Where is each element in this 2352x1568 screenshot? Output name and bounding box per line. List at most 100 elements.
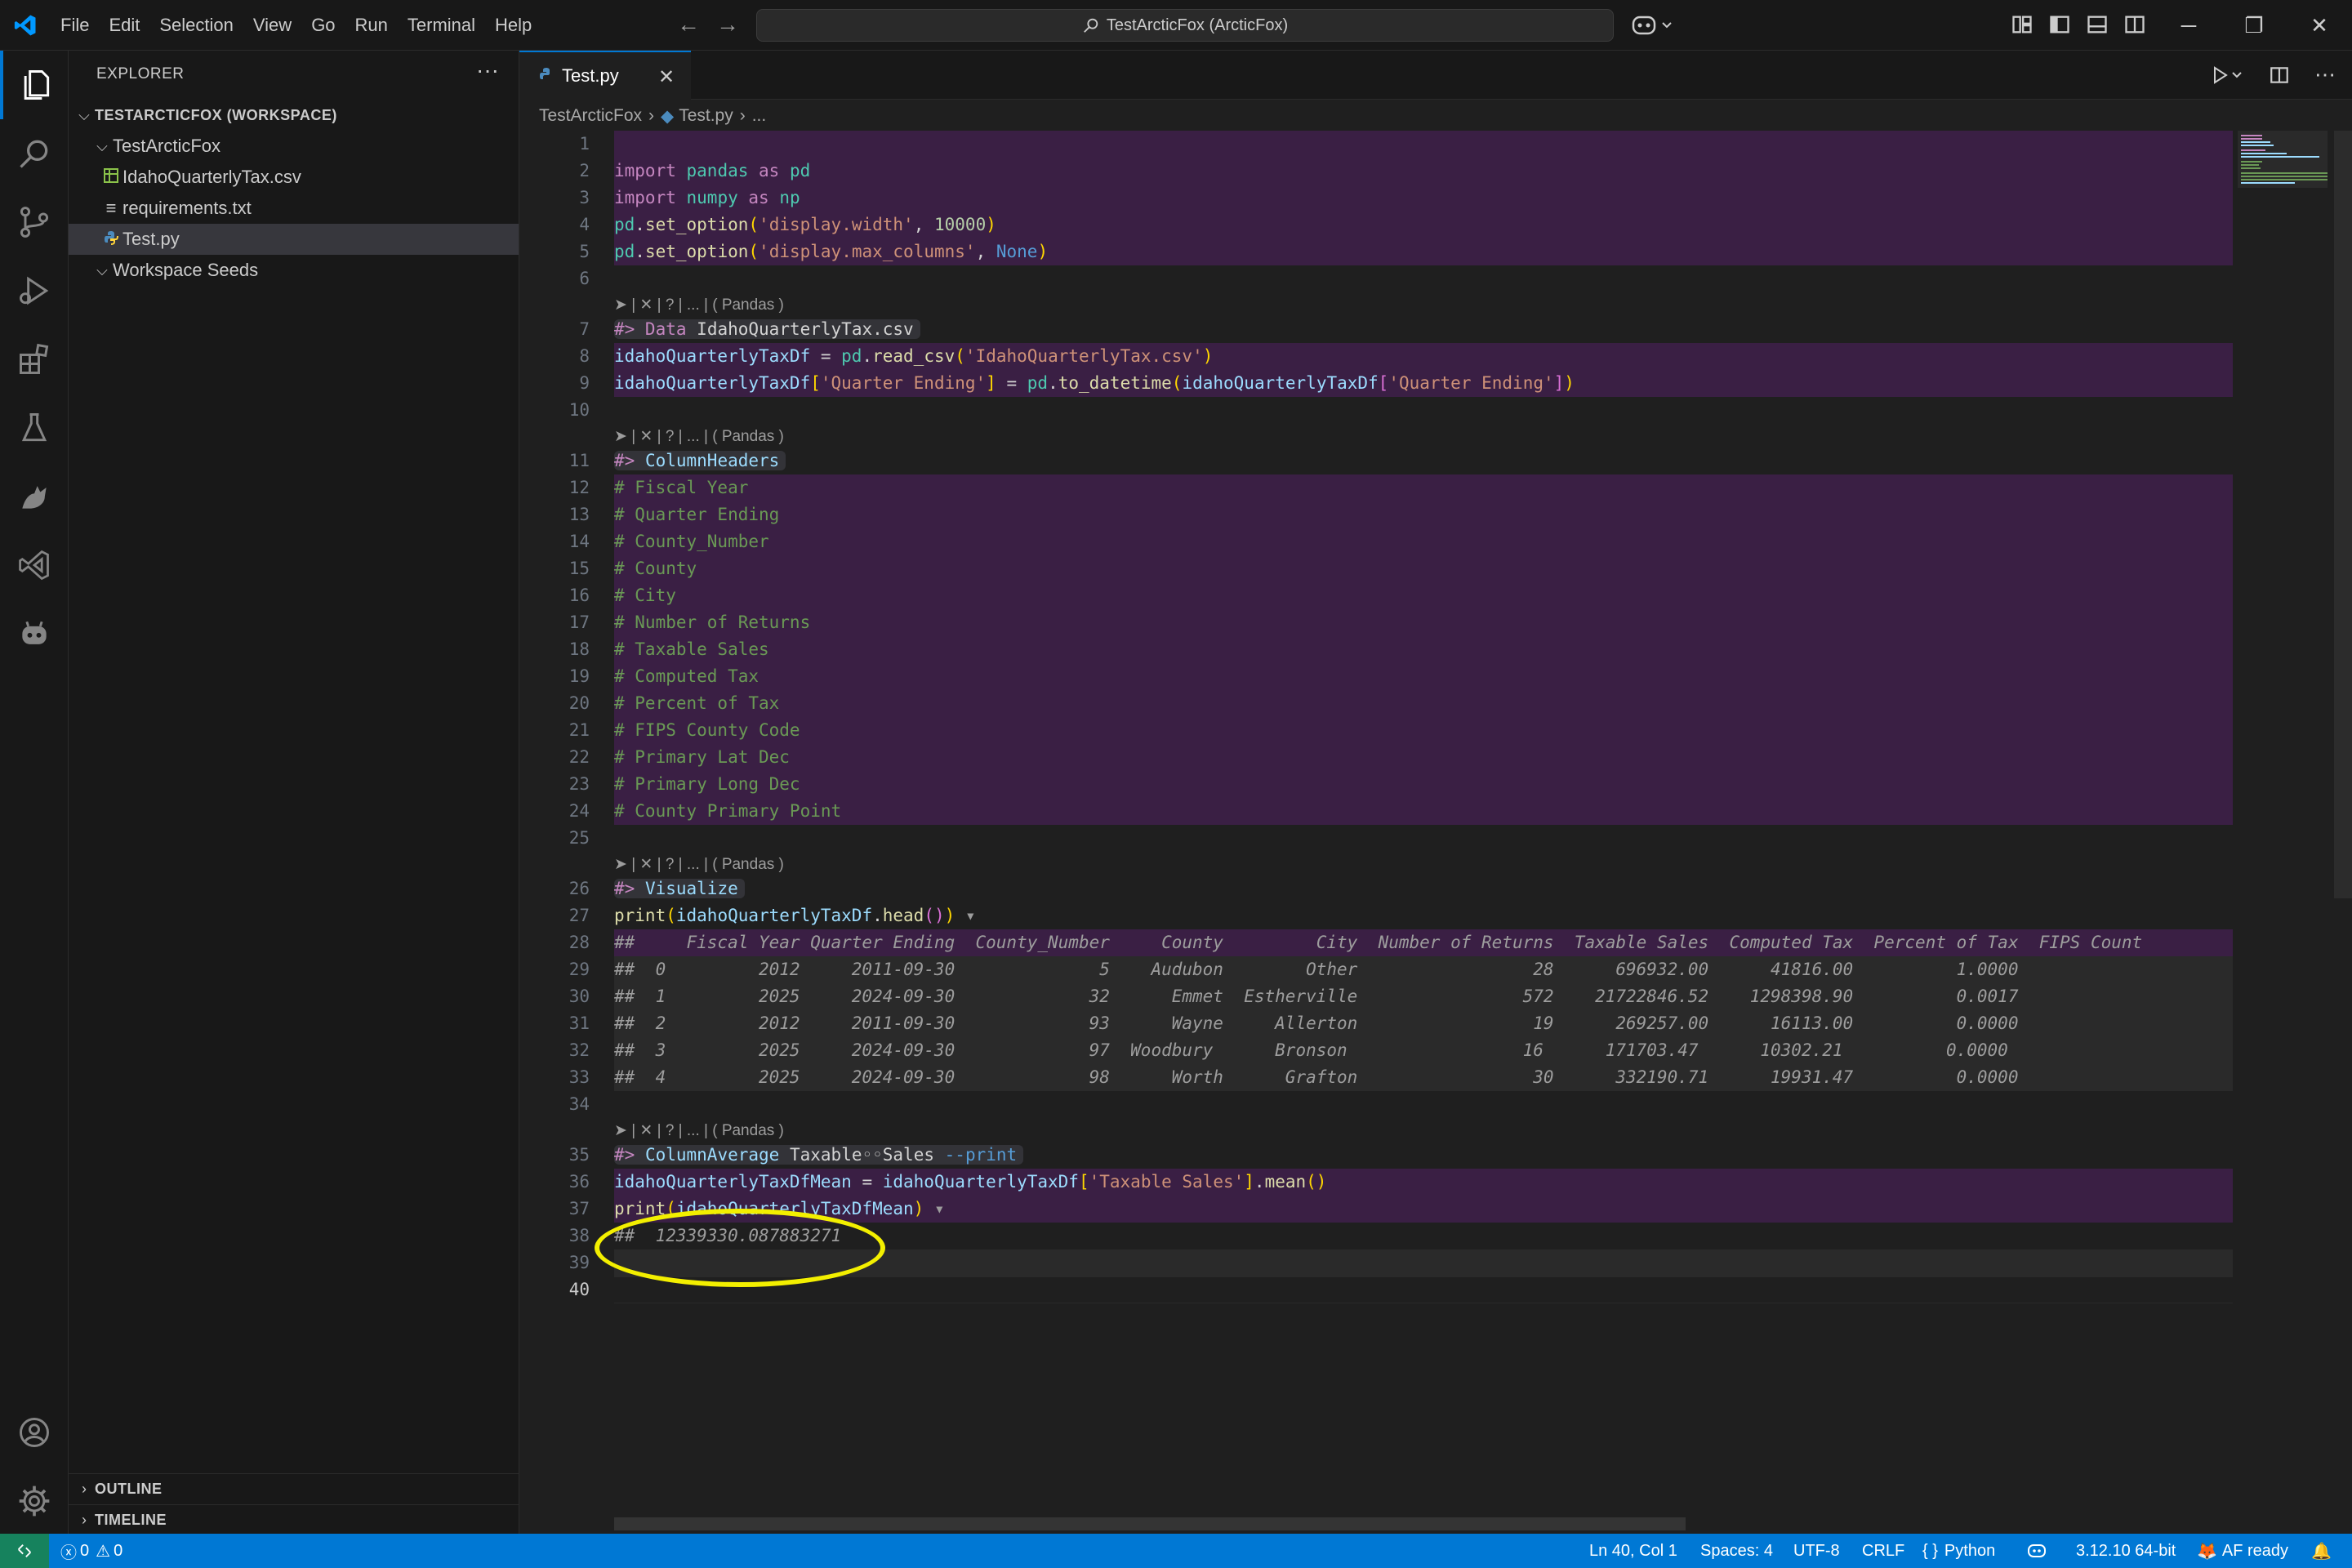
encoding[interactable]: UTF-8 (1793, 1534, 1840, 1568)
testing-flask-icon[interactable] (0, 394, 69, 462)
code-line-19: # Computed Tax (614, 666, 760, 686)
restore-icon[interactable]: ❐ (2221, 0, 2287, 51)
output-line-28: ## Fiscal Year Quarter Ending County_Num… (614, 933, 2143, 952)
chevron-right-icon: › (739, 106, 746, 125)
copilot-chat-icon[interactable] (0, 599, 69, 668)
file-requirements-txt[interactable]: ≡ requirements.txt (69, 193, 519, 224)
line-number: 24 (568, 801, 590, 821)
braces-icon: { } (1922, 1541, 1938, 1560)
menu-edit[interactable]: Edit (99, 15, 149, 36)
toggle-primary-sidebar-icon[interactable] (2048, 13, 2071, 36)
arcticfox-status[interactable]: 🦊 AF ready (2197, 1534, 2288, 1568)
line-ending[interactable]: CRLF (1862, 1534, 1904, 1568)
code-line-15: # County (614, 559, 697, 578)
close-tab-icon[interactable]: ✕ (658, 65, 675, 89)
python-file-icon: ◆ (661, 106, 675, 126)
line-number: 6 (579, 269, 590, 288)
search-icon (1083, 18, 1098, 33)
language-mode[interactable]: { } Python (1922, 1534, 1995, 1568)
close-window-icon[interactable]: ✕ (2287, 0, 2352, 51)
cell-highlight (614, 474, 2233, 825)
code-editor[interactable]: ➤ | ✕ | ? | ... | ( Pandas ) ➤ | ✕ | ? |… (614, 131, 2233, 1519)
csv-file-icon (100, 167, 122, 188)
extensions-icon[interactable] (0, 325, 69, 394)
search-icon[interactable] (0, 119, 69, 188)
codelens-actions[interactable]: ➤ | ✕ | ? | ... | ( Pandas ) (614, 425, 784, 448)
remote-indicator-icon[interactable] (0, 1534, 49, 1568)
breadcrumb-file[interactable]: Test.py (679, 106, 733, 126)
back-arrow-icon[interactable]: ← (675, 11, 702, 39)
menu-selection[interactable]: Selection (149, 15, 243, 36)
accounts-icon[interactable] (0, 1398, 69, 1467)
output-line-29: ## 0 2012 2011-09-30 5 Audubon Other 28 … (614, 960, 2019, 979)
copilot-status-icon[interactable] (2027, 1534, 2047, 1568)
tab-label: Test.py (562, 65, 619, 86)
menu-view[interactable]: View (243, 15, 301, 36)
line-number: 17 (568, 612, 590, 632)
arcticfox-icon[interactable] (0, 462, 69, 531)
codelens-actions[interactable]: ➤ | ✕ | ? | ... | ( Pandas ) (614, 853, 784, 876)
menu-terminal[interactable]: Terminal (398, 15, 485, 36)
breadcrumb-folder[interactable]: TestArcticFox (539, 106, 642, 126)
customize-layout-icon[interactable] (2011, 13, 2034, 36)
line-number: 31 (568, 1013, 590, 1033)
menu-run[interactable]: Run (345, 15, 398, 36)
vertical-scrollbar[interactable] (2334, 131, 2352, 898)
more-actions-icon[interactable]: ⋯ (2314, 62, 2336, 87)
code-line-4: pd.set_option('display.width', 10000) (614, 215, 996, 234)
file-label: requirements.txt (122, 198, 252, 218)
more-actions-icon[interactable]: ··· (476, 57, 499, 83)
timeline-section-header[interactable]: › TIMELINE (69, 1504, 519, 1535)
output-line-32: ## 3 2025 2024-09-30 97 Woodbury Bronson… (614, 1040, 2008, 1060)
file-label: Test.py (122, 229, 180, 249)
codelens-actions[interactable]: ➤ | ✕ | ? | ... | ( Pandas ) (614, 1120, 784, 1143)
code-line-35: #> ColumnAverage Taxable◦◦Sales --print (614, 1142, 1024, 1169)
tab-test-py[interactable]: Test.py ✕ (519, 51, 691, 100)
problems-indicator[interactable]: ⓧ 0 ⚠ 0 (60, 1534, 122, 1568)
code-line-7: #> Data IdahoQuarterlyTax.csv (614, 316, 920, 343)
visual-studio-icon[interactable] (0, 531, 69, 599)
folder-testarcticfox[interactable]: ⌵ TestArcticFox (69, 131, 519, 162)
highlight-annotation-ellipse (595, 1209, 885, 1287)
split-editor-icon[interactable] (2269, 65, 2290, 86)
language-label: Python (1944, 1541, 1996, 1560)
workspace-section-header[interactable]: ⌵ TESTARCTICFOX (WORKSPACE) (69, 100, 519, 131)
horizontal-scrollbar[interactable] (614, 1517, 1686, 1530)
code-line-13: # Quarter Ending (614, 505, 780, 524)
explorer-icon[interactable] (0, 51, 69, 119)
menu-go[interactable]: Go (301, 15, 345, 36)
breadcrumb-symbol[interactable]: ... (752, 106, 767, 126)
minimap[interactable] (2238, 131, 2336, 1519)
command-center-search[interactable]: TestArcticFox (ArcticFox) (756, 9, 1614, 42)
file-test-py[interactable]: Test.py (69, 224, 519, 255)
line-number: 20 (568, 693, 590, 713)
minimize-icon[interactable]: ─ (2156, 0, 2221, 51)
menu-help[interactable]: Help (485, 15, 541, 36)
line-number: 1 (579, 134, 590, 154)
run-debug-icon[interactable] (0, 256, 69, 325)
forward-arrow-icon[interactable]: → (714, 11, 742, 39)
manage-gear-icon[interactable] (0, 1467, 69, 1535)
indentation[interactable]: Spaces: 4 (1700, 1534, 1773, 1568)
code-line-12: # Fiscal Year (614, 478, 749, 497)
copilot-icon[interactable] (1630, 11, 1676, 39)
toggle-secondary-sidebar-icon[interactable] (2123, 13, 2146, 36)
menu-file[interactable]: File (51, 15, 99, 36)
explorer-sidebar: EXPLORER ··· ⌵ TESTARCTICFOX (WORKSPACE)… (69, 51, 519, 1534)
code-line-16: # City (614, 586, 676, 605)
sidebar-title: EXPLORER (96, 65, 185, 82)
python-interpreter[interactable]: 3.12.10 64-bit (2076, 1534, 2176, 1568)
editor-actions: ⋯ (2212, 62, 2336, 87)
file-idahoquarterlytax-csv[interactable]: IdahoQuarterlyTax.csv (69, 162, 519, 193)
outline-section-header[interactable]: › OUTLINE (69, 1473, 519, 1504)
notifications-bell-icon[interactable]: 🔔 (2311, 1534, 2332, 1568)
run-python-file-icon[interactable] (2212, 65, 2244, 86)
folder-workspace-seeds[interactable]: ⌵ Workspace Seeds (69, 255, 519, 286)
codelens-actions[interactable]: ➤ | ✕ | ? | ... | ( Pandas ) (614, 294, 784, 317)
file-label: IdahoQuarterlyTax.csv (122, 167, 301, 187)
chevron-down-icon: ⌵ (96, 137, 108, 154)
toggle-panel-icon[interactable] (2086, 13, 2109, 36)
source-control-icon[interactable] (0, 188, 69, 256)
cursor-position[interactable]: Ln 40, Col 1 (1589, 1534, 1677, 1568)
editor-tab-bar: Test.py ✕ ⋯ (519, 51, 2352, 100)
